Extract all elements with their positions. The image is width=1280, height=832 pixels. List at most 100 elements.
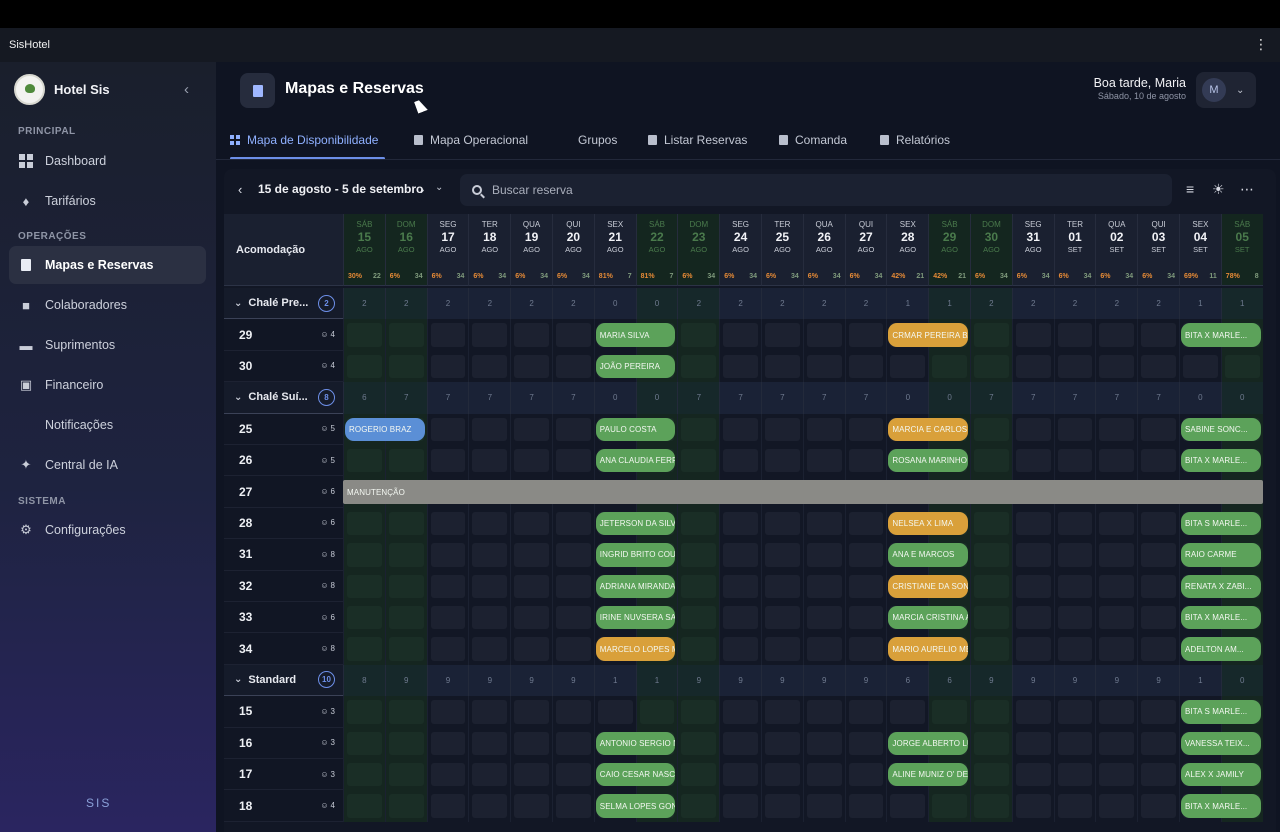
- day-cell[interactable]: [1011, 570, 1054, 602]
- day-cell[interactable]: [343, 759, 385, 791]
- day-cell[interactable]: [1053, 350, 1096, 383]
- day-cell[interactable]: [1137, 507, 1179, 540]
- chevron-right-icon[interactable]: ›: [420, 182, 424, 197]
- day-cell[interactable]: [384, 602, 427, 634]
- day-cell[interactable]: [426, 319, 469, 351]
- day-cell[interactable]: [844, 539, 887, 571]
- day-cell[interactable]: [970, 350, 1012, 383]
- day-cell[interactable]: [468, 696, 511, 728]
- day-cell[interactable]: [844, 507, 887, 540]
- room-type-header[interactable]: ⌄ Standard 10: [224, 664, 343, 697]
- room-label[interactable]: 30 ☺ 4: [224, 350, 343, 383]
- day-cell[interactable]: [844, 570, 887, 602]
- day-cell[interactable]: [384, 507, 427, 540]
- maintenance-block[interactable]: MANUTENÇÃO: [343, 480, 1263, 504]
- day-cell[interactable]: [802, 759, 845, 791]
- day-cell[interactable]: [468, 759, 511, 791]
- day-header[interactable]: SÁB 15 AGO 30% 22: [343, 214, 385, 286]
- user-menu[interactable]: M ⌄: [1196, 72, 1256, 108]
- day-cell[interactable]: [677, 445, 720, 477]
- day-cell[interactable]: [1137, 633, 1179, 665]
- day-cell[interactable]: [970, 570, 1012, 602]
- reservation-bar[interactable]: ANTONIO SERGIO NA...: [595, 731, 676, 755]
- reservation-bar[interactable]: RAIO CARME: [1181, 543, 1261, 567]
- day-cell[interactable]: [343, 319, 385, 351]
- day-cell[interactable]: [802, 413, 845, 445]
- sidebar-item-central-ia[interactable]: ✦ Central de IA: [9, 446, 206, 484]
- day-cell[interactable]: [426, 507, 469, 540]
- day-cell[interactable]: [677, 413, 720, 445]
- day-cell[interactable]: [426, 445, 469, 477]
- day-cell[interactable]: [719, 727, 761, 759]
- day-cell[interactable]: [970, 727, 1012, 759]
- day-cell[interactable]: [1095, 445, 1138, 477]
- day-cell[interactable]: [343, 445, 385, 477]
- date-range[interactable]: 15 de agosto - 5 de setembro: [258, 182, 423, 196]
- day-cell[interactable]: [677, 539, 720, 571]
- reservation-bar[interactable]: ADRIANA MIRANDA: [595, 574, 676, 598]
- day-cell[interactable]: [719, 350, 761, 383]
- day-cell[interactable]: [802, 350, 845, 383]
- day-cell[interactable]: [928, 350, 970, 383]
- day-cell[interactable]: [510, 350, 552, 383]
- day-cell[interactable]: [552, 350, 594, 383]
- reservation-bar[interactable]: CRISTIANE DA SONS...: [888, 574, 968, 598]
- day-cell[interactable]: [761, 319, 803, 351]
- reservation-bar[interactable]: MARCIA E CARLOS: [888, 417, 968, 441]
- day-cell[interactable]: [552, 602, 594, 634]
- day-cell[interactable]: [719, 413, 761, 445]
- day-cell[interactable]: [719, 507, 761, 540]
- day-cell[interactable]: [510, 319, 552, 351]
- day-cell[interactable]: [1095, 759, 1138, 791]
- reservation-bar[interactable]: JETERSON DA SILVA ...: [595, 511, 676, 536]
- day-cell[interactable]: [1137, 727, 1179, 759]
- room-label[interactable]: 31 ☺ 8: [224, 539, 343, 571]
- reservation-bar[interactable]: SELMA LOPES GONC...: [595, 794, 676, 818]
- room-label[interactable]: 17 ☺ 3: [224, 759, 343, 791]
- day-header[interactable]: TER 18 AGO 6% 34: [468, 214, 511, 286]
- day-cell[interactable]: [761, 602, 803, 634]
- day-cell[interactable]: [844, 350, 887, 383]
- sidebar-item-notificacoes[interactable]: Notificações: [9, 406, 206, 444]
- day-cell[interactable]: [1011, 445, 1054, 477]
- day-cell[interactable]: [1095, 539, 1138, 571]
- day-cell[interactable]: [844, 727, 887, 759]
- day-cell[interactable]: [844, 445, 887, 477]
- sidebar-item-tarifarios[interactable]: ♦ Tarifários: [9, 182, 206, 220]
- day-header[interactable]: SÁB 22 AGO 81% 7: [635, 214, 678, 286]
- day-cell[interactable]: [1053, 413, 1096, 445]
- room-label[interactable]: 32 ☺ 8: [224, 570, 343, 602]
- day-cell[interactable]: [719, 319, 761, 351]
- day-cell[interactable]: [343, 570, 385, 602]
- day-cell[interactable]: [384, 539, 427, 571]
- day-header[interactable]: SEG 31 AGO 6% 34: [1011, 214, 1054, 286]
- day-cell[interactable]: [552, 759, 594, 791]
- day-header[interactable]: QUI 20 AGO 6% 34: [552, 214, 594, 286]
- day-cell[interactable]: [426, 696, 469, 728]
- day-header[interactable]: SÁB 05 SET 78% 8: [1220, 214, 1263, 286]
- day-cell[interactable]: [468, 727, 511, 759]
- day-cell[interactable]: [844, 790, 887, 822]
- day-cell[interactable]: [384, 759, 427, 791]
- day-cell[interactable]: [1095, 570, 1138, 602]
- day-cell[interactable]: [1053, 759, 1096, 791]
- day-cell[interactable]: [844, 602, 887, 634]
- sun-icon[interactable]: ☀: [1212, 181, 1225, 198]
- day-cell[interactable]: [719, 570, 761, 602]
- day-cell[interactable]: [677, 350, 720, 383]
- day-header[interactable]: QUI 03 SET 6% 34: [1137, 214, 1179, 286]
- reservation-bar[interactable]: IRINE NUVSERA SA G...: [595, 606, 676, 630]
- day-cell[interactable]: [1179, 350, 1221, 383]
- reservation-bar[interactable]: ROSANA MARINHO S...: [888, 449, 968, 473]
- room-label[interactable]: 27 ☺ 6: [224, 476, 343, 508]
- day-cell[interactable]: [468, 413, 511, 445]
- day-cell[interactable]: [1011, 696, 1054, 728]
- day-cell[interactable]: [426, 790, 469, 822]
- room-type-header[interactable]: ⌄ Chalé Suí... 8: [224, 382, 343, 414]
- day-cell[interactable]: [1137, 413, 1179, 445]
- day-cell[interactable]: [970, 319, 1012, 351]
- reservation-bar[interactable]: CAIO CESAR NASCIM...: [595, 763, 676, 787]
- day-cell[interactable]: [1053, 727, 1096, 759]
- day-cell[interactable]: [552, 319, 594, 351]
- day-cell[interactable]: [343, 350, 385, 383]
